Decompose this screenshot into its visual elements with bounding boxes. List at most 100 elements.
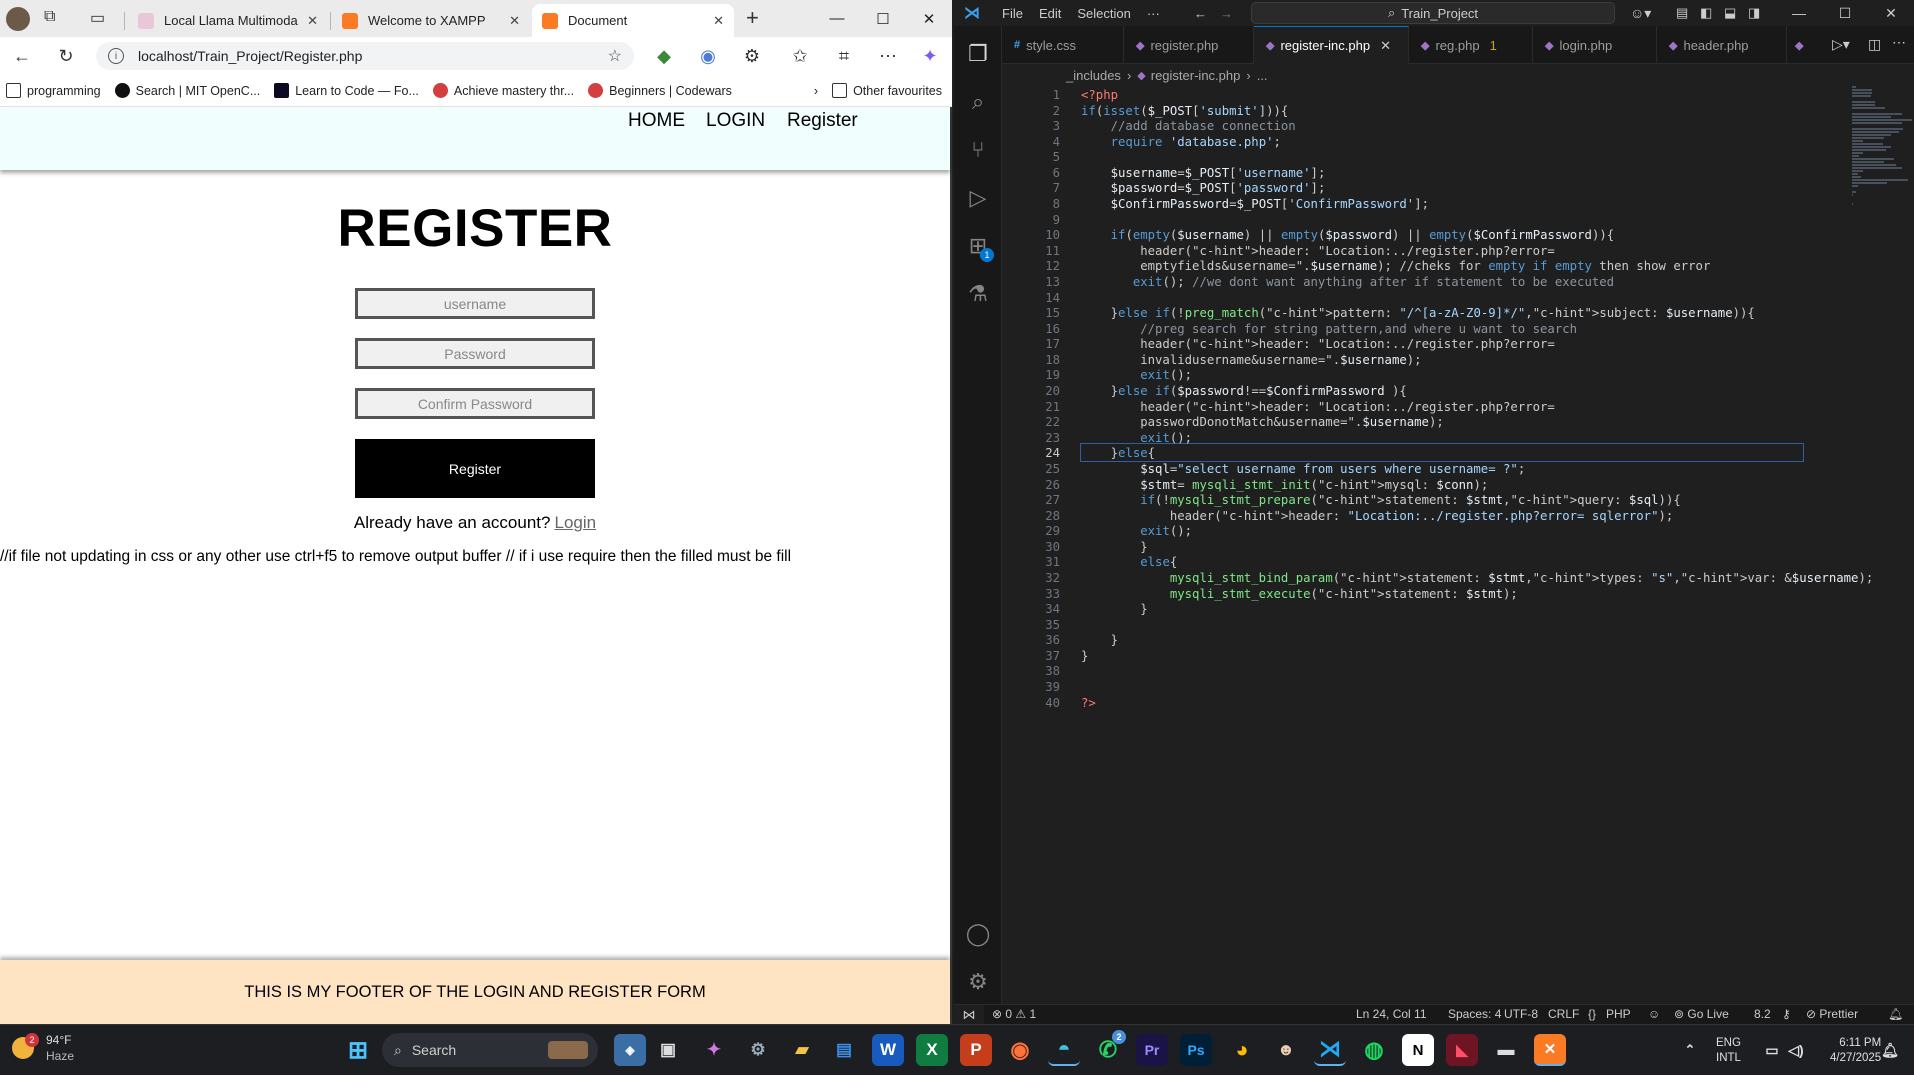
address-bar[interactable]: i localhost/Train_Project/Register.php ☆	[96, 42, 634, 70]
nav-register-link[interactable]: Register	[787, 110, 858, 132]
login-link[interactable]: Login	[554, 513, 596, 532]
split-editor-icon[interactable]: ◫	[1868, 36, 1881, 53]
remote-indicator-icon[interactable]: ⋈	[954, 1005, 984, 1025]
spotify-icon[interactable]: ◍	[1358, 1034, 1390, 1066]
editor-tab-reg-php[interactable]: ◆ reg.php 1	[1409, 26, 1533, 64]
layout-customize-icon[interactable]: ▤	[1676, 5, 1688, 21]
key-icon[interactable]: ⚷	[1782, 1007, 1791, 1021]
code-line[interactable]: $ConfirmPassword=$_POST['ConfirmPassword…	[1081, 195, 1429, 214]
minimize-button[interactable]: —	[814, 0, 860, 37]
eol-status[interactable]: CRLF	[1548, 1007, 1579, 1021]
tab-local-llama[interactable]: Local Llama Multimoda ✕	[128, 4, 328, 37]
breadcrumb-folder[interactable]: _includes	[1066, 68, 1121, 83]
refresh-icon[interactable]: ↻	[52, 43, 80, 69]
editor-tab-register-inc-php[interactable]: ◆ register-inc.php ✕	[1254, 26, 1409, 64]
tab-xampp[interactable]: Welcome to XAMPP ✕	[332, 4, 530, 37]
indentation-status[interactable]: Spaces: 4	[1448, 1007, 1501, 1021]
minimap[interactable]	[1852, 86, 1912, 205]
breadcrumb-symbol[interactable]: ...	[1257, 68, 1268, 83]
site-info-icon[interactable]: i	[108, 48, 124, 64]
chrome-icon[interactable]: ◕	[1226, 1034, 1258, 1066]
run-icon[interactable]: ▷▾	[1832, 36, 1850, 53]
nav-forward-icon[interactable]: →	[1220, 6, 1233, 21]
extension-search-icon[interactable]: ◉	[694, 43, 722, 69]
accounts-icon[interactable]: ◯	[954, 912, 1002, 956]
task-view-icon[interactable]: ▣	[652, 1034, 684, 1066]
whatsapp-icon[interactable]: ✆ 2	[1092, 1030, 1126, 1066]
code-editor[interactable]: 1 2 3 4 5 6 7 8 9 10 11 12 13 14 15 16 17 18 19 20 21 22 23 24 2…	[1002, 86, 1914, 1004]
editor-tab-login-php[interactable]: ◆ login.php	[1533, 26, 1657, 64]
code-line[interactable]: require 'database.php';	[1081, 133, 1281, 152]
store-icon[interactable]: ▤	[828, 1034, 860, 1066]
volume-icon[interactable]: ◁)	[1780, 1034, 1812, 1066]
maximize-button[interactable]: ☐	[860, 0, 906, 37]
favourite-codewars-beginners[interactable]: Beginners | Codewars	[588, 83, 732, 98]
source-control-icon[interactable]: ⑂	[954, 128, 1002, 172]
excel-icon[interactable]: X	[916, 1034, 948, 1066]
extensions-icon[interactable]: ⊞ 1	[954, 224, 1002, 268]
nav-login-link[interactable]: LOGIN	[706, 110, 765, 132]
copilot-icon[interactable]: ☺▾	[1630, 5, 1651, 22]
code-line[interactable]: exit(); //we dont want anything after if…	[1081, 273, 1614, 292]
favourite-programming[interactable]: programming	[6, 83, 101, 98]
encoding-status[interactable]: UTF-8	[1504, 1007, 1538, 1021]
toggle-panel-icon[interactable]: ⬓	[1724, 5, 1736, 21]
show-hidden-icons-icon[interactable]: ⌃	[1674, 1034, 1706, 1066]
favourites-overflow-icon[interactable]: ›	[814, 84, 818, 98]
toggle-sidebar-icon[interactable]: ◧	[1700, 5, 1712, 21]
favourite-freecodecamp[interactable]: Learn to Code — Fo...	[274, 83, 419, 98]
terminal-icon[interactable]: ▬	[1490, 1034, 1522, 1066]
register-button[interactable]: Register	[355, 439, 595, 498]
screenshot-icon[interactable]: ⌗	[830, 43, 858, 69]
xampp-icon[interactable]: ✕	[1534, 1034, 1566, 1066]
more-actions-icon[interactable]: ⋯	[1892, 34, 1906, 51]
menu-selection[interactable]: Selection	[1077, 6, 1130, 21]
golive-status[interactable]: ⊚ Go Live	[1674, 1007, 1729, 1021]
favourite-star-icon[interactable]: ☆	[608, 46, 622, 66]
copilot-icon[interactable]: ✦	[916, 43, 944, 69]
manage-gear-icon[interactable]: ⚙	[954, 960, 1002, 1004]
editor-tab-header-php[interactable]: ◆ header.php	[1657, 26, 1787, 64]
photoshop-icon[interactable]: Ps	[1180, 1034, 1212, 1066]
more-tabs-php-icon[interactable]: ◆	[1787, 26, 1817, 64]
copilot-preview-icon[interactable]: ◈	[614, 1034, 646, 1066]
close-window-button[interactable]: ✕	[906, 0, 952, 37]
game-app-icon[interactable]: ☻	[1270, 1034, 1302, 1066]
explorer-icon[interactable]: ❐	[954, 32, 1002, 76]
editor-tab-register-php[interactable]: ◆ register.php	[1124, 26, 1254, 64]
nav-back-icon[interactable]: ←	[1194, 6, 1207, 21]
premiere-icon[interactable]: Pr	[1136, 1034, 1168, 1066]
input-language[interactable]: ENG INTL	[1716, 1036, 1741, 1066]
back-icon[interactable]: ←	[8, 43, 36, 69]
media-app-icon[interactable]: ◣	[1446, 1034, 1478, 1066]
cursor-position[interactable]: Ln 24, Col 11	[1356, 1007, 1427, 1021]
menu-more[interactable]: ···	[1147, 6, 1160, 21]
powerpoint-icon[interactable]: P	[960, 1034, 992, 1066]
vscode-close-button[interactable]: ✕	[1868, 0, 1914, 26]
vscode-maximize-button[interactable]: ☐	[1822, 0, 1868, 26]
menu-edit[interactable]: Edit	[1039, 6, 1061, 21]
close-icon[interactable]: ✕	[713, 13, 724, 29]
php-version-status[interactable]: 8.2	[1754, 1007, 1771, 1021]
code-line[interactable]: }	[1081, 647, 1088, 666]
profile-avatar[interactable]	[6, 7, 30, 31]
close-icon[interactable]: ✕	[307, 13, 318, 29]
extension-icon[interactable]: ◆	[650, 43, 678, 69]
toggle-secondary-sidebar-icon[interactable]: ◨	[1748, 5, 1760, 21]
menu-file[interactable]: File	[1002, 6, 1023, 21]
close-icon[interactable]: ✕	[509, 13, 520, 29]
code-line[interactable]: ?>	[1081, 694, 1096, 713]
other-favourites[interactable]: Other favourites	[832, 83, 942, 98]
more-menu-icon[interactable]: ⋯	[874, 43, 902, 69]
problems-status[interactable]: ⊗ 0 ⚠ 1	[992, 1007, 1036, 1021]
editor-tab-style-css[interactable]: # style.css	[1002, 26, 1124, 64]
edge-icon[interactable]: ◓	[1048, 1034, 1080, 1066]
start-windows-icon[interactable]: ⊞	[342, 1034, 374, 1066]
username-input[interactable]	[355, 288, 595, 319]
new-tab-button[interactable]: +	[746, 5, 759, 31]
favourite-mit[interactable]: Search | MIT OpenC...	[114, 83, 260, 98]
workspaces-icon[interactable]: ⧉	[44, 8, 55, 26]
favourites-icon[interactable]: ✩	[786, 43, 814, 69]
vscode-taskbar-icon[interactable]: ⋊	[1314, 1034, 1346, 1066]
file-explorer-icon[interactable]: ▰	[786, 1034, 818, 1066]
